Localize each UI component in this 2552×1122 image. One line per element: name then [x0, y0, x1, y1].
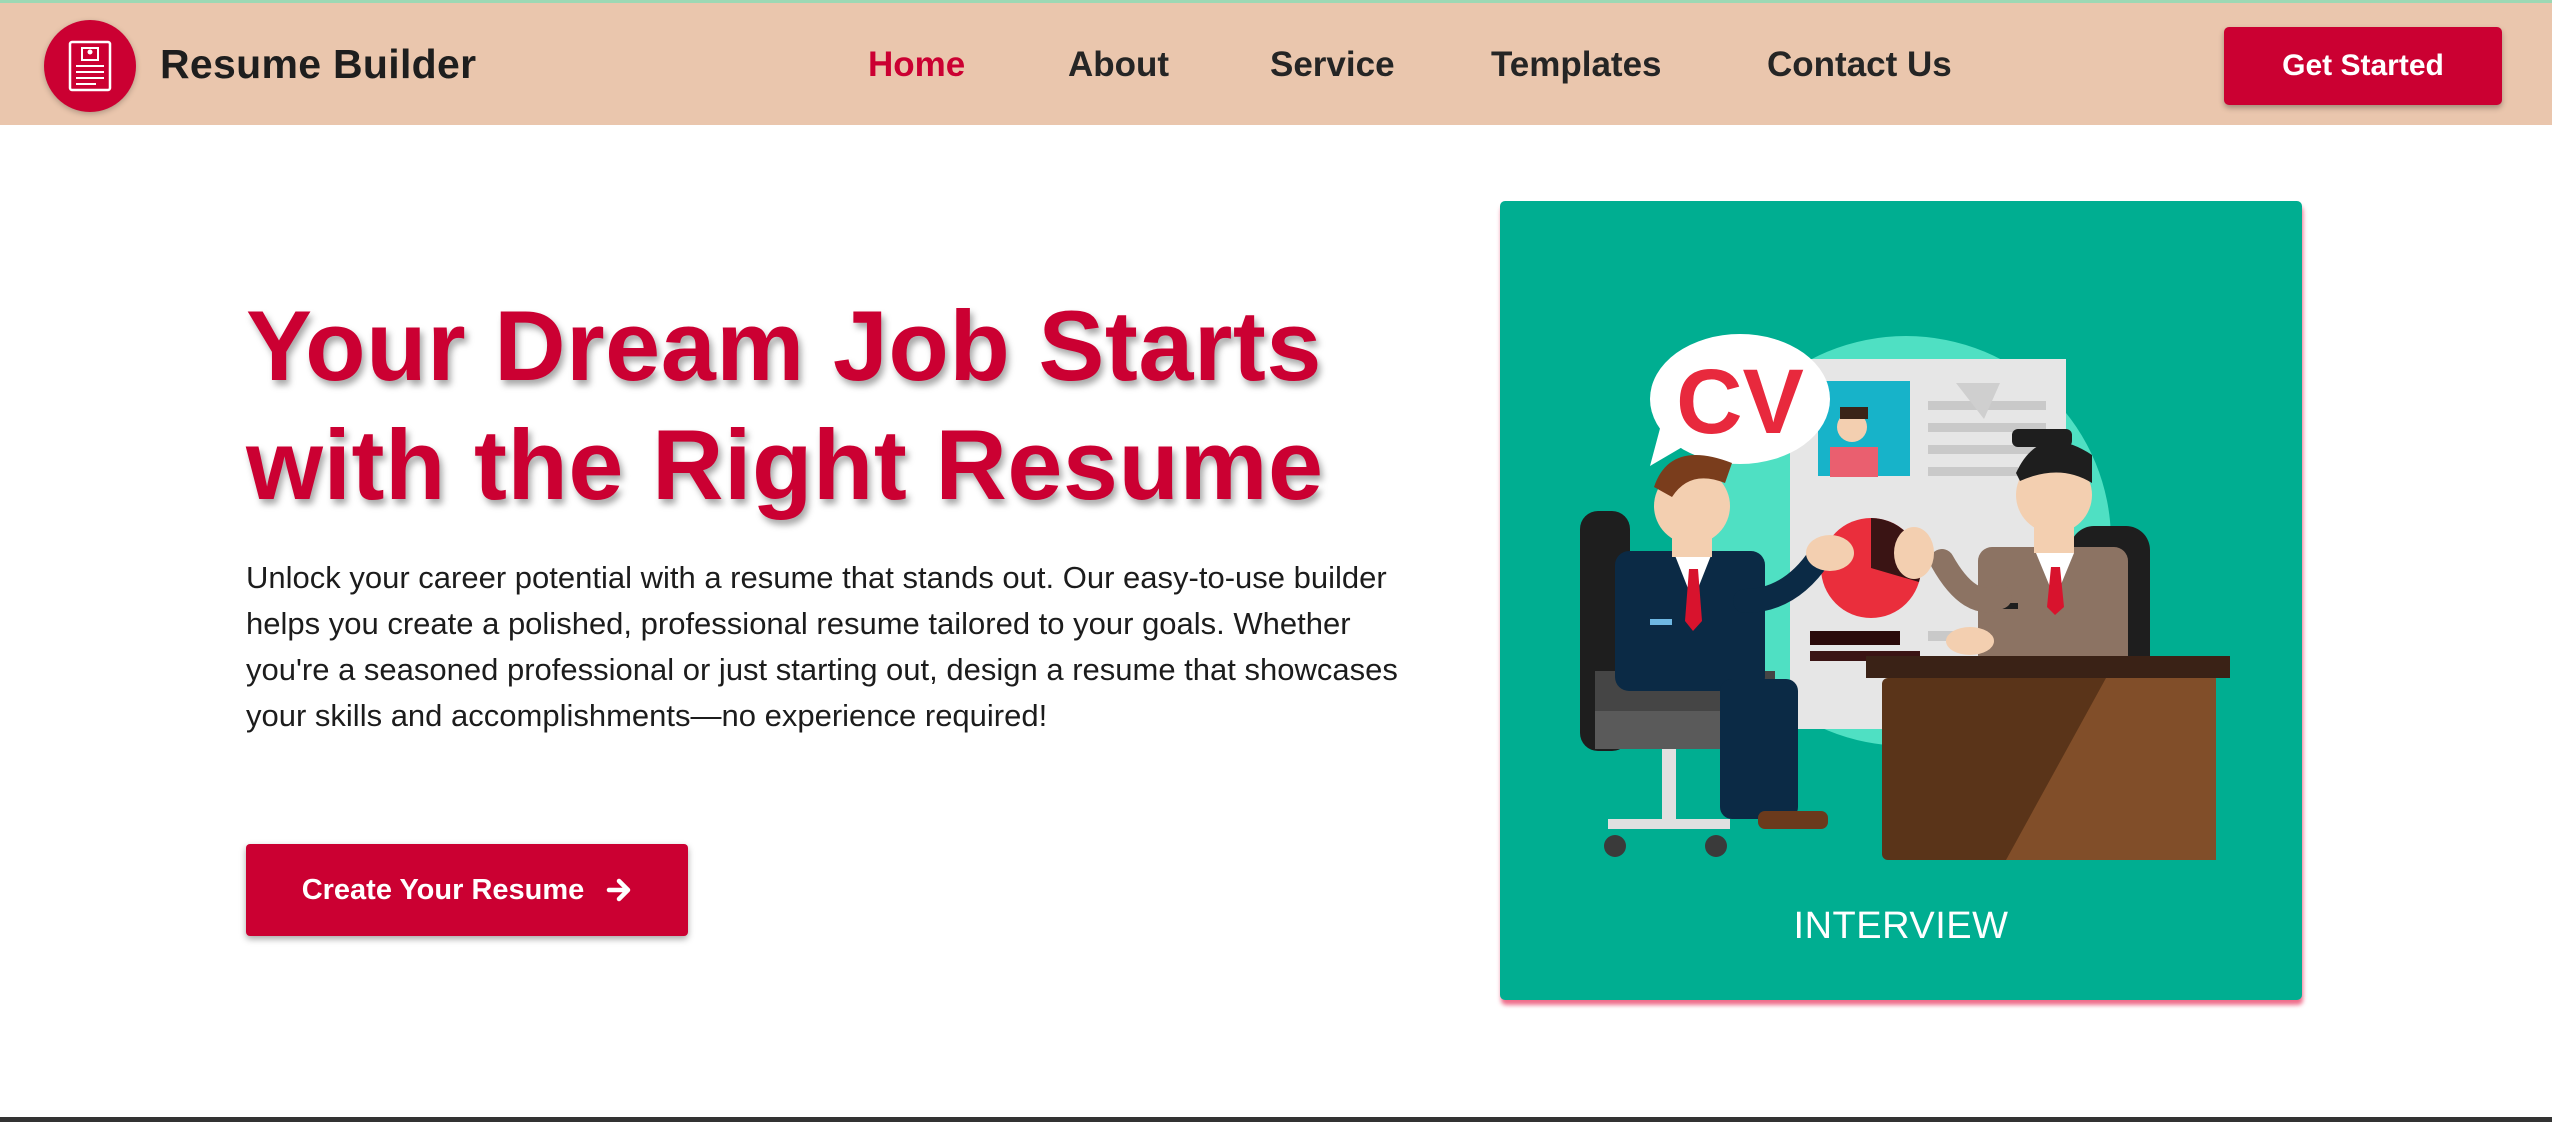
bottom-border [0, 1117, 2552, 1122]
create-resume-button[interactable]: Create Your Resume [246, 844, 688, 936]
nav-link-service[interactable]: Service [1270, 45, 1395, 85]
hero-title: Your Dream Job Starts with the Right Res… [246, 290, 1324, 520]
arrow-right-icon [607, 878, 631, 902]
nav-link-about[interactable]: About [1068, 45, 1169, 85]
get-started-button[interactable]: Get Started [2224, 27, 2502, 105]
resume-document-icon [68, 40, 112, 92]
logo[interactable] [44, 20, 136, 112]
nav-link-contact-us[interactable]: Contact Us [1767, 45, 1952, 85]
hero-description: Unlock your career potential with a resu… [246, 560, 1398, 733]
brand-name[interactable]: Resume Builder [160, 41, 476, 88]
cv-bubble-text: CV [1676, 351, 1804, 453]
navbar: Resume Builder Home About Service Templa… [0, 3, 2552, 125]
create-resume-label: Create Your Resume [301, 873, 585, 906]
interview-illustration: CV [1580, 334, 2230, 860]
interview-caption: INTERVIEW [1793, 905, 2009, 947]
nav-link-templates[interactable]: Templates [1491, 45, 1662, 85]
nav-link-home[interactable]: Home [868, 45, 965, 85]
interview-illustration-card: CV INTERVIEW [1500, 201, 2302, 1000]
